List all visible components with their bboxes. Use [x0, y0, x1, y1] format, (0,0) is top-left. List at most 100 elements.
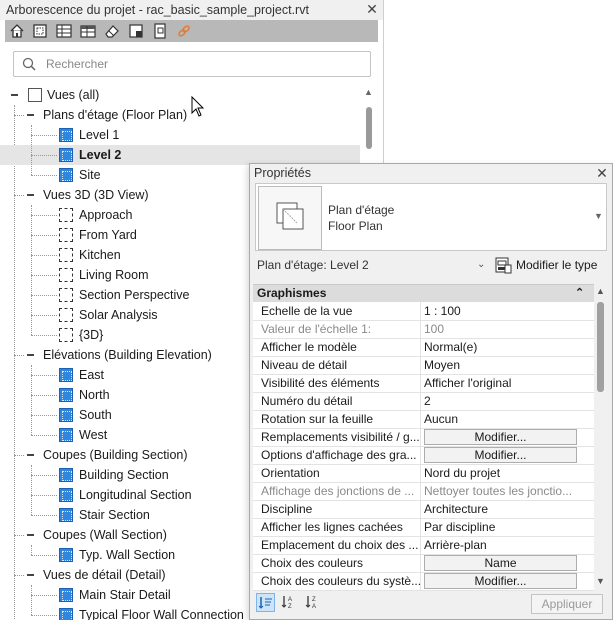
- property-value: 100: [424, 322, 445, 336]
- search-icon: [22, 57, 36, 71]
- close-icon[interactable]: ✕: [364, 1, 380, 17]
- collapse-icon[interactable]: [26, 525, 35, 545]
- column-divider[interactable]: [420, 536, 421, 554]
- tree-item-label: West: [79, 428, 108, 442]
- sheet-icon[interactable]: [127, 22, 145, 40]
- column-divider[interactable]: [420, 464, 421, 482]
- table-icon[interactable]: [79, 22, 97, 40]
- tree-item[interactable]: Level 2: [0, 145, 360, 165]
- column-divider[interactable]: [420, 572, 421, 590]
- property-name: Echelle de la vue: [261, 304, 353, 318]
- property-value[interactable]: 2: [424, 392, 589, 410]
- property-edit-button[interactable]: Modifier...: [424, 429, 577, 445]
- chevron-down-icon[interactable]: ▼: [594, 211, 603, 221]
- tree-group-label: Coupes (Building Section): [43, 448, 188, 462]
- section-view-icon: [59, 548, 73, 562]
- link-icon[interactable]: [175, 22, 193, 40]
- eraser-icon[interactable]: [103, 22, 121, 40]
- section-view-icon: [59, 488, 73, 502]
- property-row: Rotation sur la feuille Aucun: [253, 410, 594, 429]
- column-divider[interactable]: [420, 482, 421, 500]
- property-edit-button[interactable]: Modifier...: [424, 573, 577, 589]
- property-value[interactable]: Architecture: [424, 500, 589, 518]
- tree-connector: [14, 115, 24, 116]
- property-value[interactable]: Nord du projet: [424, 464, 589, 482]
- collapse-icon[interactable]: [26, 345, 35, 365]
- property-name: Numéro du détail: [261, 394, 353, 408]
- home-icon[interactable]: [8, 22, 26, 40]
- tree-connector: [31, 495, 57, 496]
- tree-group-label: Coupes (Wall Section): [43, 528, 167, 542]
- sort-descending-icon[interactable]: ZA: [304, 593, 323, 612]
- tree-group-label: Vues 3D (3D View): [43, 188, 149, 202]
- tree-root[interactable]: Vues (all): [0, 85, 360, 105]
- property-value: Nettoyer toutes les jonctio...: [424, 484, 573, 498]
- property-name: Orientation: [261, 466, 320, 480]
- scroll-up-icon[interactable]: ▲: [596, 286, 605, 296]
- 3d-view-icon: [59, 208, 73, 222]
- property-name: Niveau de détail: [261, 358, 348, 372]
- column-divider[interactable]: [420, 410, 421, 428]
- tree-item-label: Section Perspective: [79, 288, 190, 302]
- search-box[interactable]: [13, 51, 371, 77]
- collapse-icon[interactable]: [26, 185, 35, 205]
- column-divider[interactable]: [420, 356, 421, 374]
- collapse-icon[interactable]: [26, 105, 35, 125]
- collapse-icon[interactable]: [10, 85, 19, 105]
- properties-scrollbar[interactable]: ▲ ▼: [594, 284, 608, 590]
- collapse-icon[interactable]: [26, 445, 35, 465]
- zoom-extents-icon[interactable]: [31, 22, 49, 40]
- tree-item-label: North: [79, 388, 110, 402]
- scrollbar-thumb[interactable]: [366, 107, 372, 149]
- apply-button[interactable]: Appliquer: [531, 594, 603, 614]
- schedule-icon[interactable]: [55, 22, 73, 40]
- copy-view-icon[interactable]: [151, 22, 169, 40]
- group-header-graphismes[interactable]: Graphismes ⌃: [253, 285, 594, 302]
- properties-title: Propriétés: [254, 166, 311, 180]
- properties-panel: Propriétés ✕ Plan d'étage Floor Plan ▼ P…: [249, 163, 613, 620]
- project-browser-title: Arborescence du projet - rac_basic_sampl…: [6, 3, 309, 17]
- property-name: Remplacements visibilité / g...: [261, 430, 420, 444]
- mouse-cursor-icon: [191, 96, 205, 117]
- column-divider[interactable]: [420, 392, 421, 410]
- property-value[interactable]: Moyen: [424, 356, 589, 374]
- property-value[interactable]: Par discipline: [424, 518, 589, 536]
- column-divider[interactable]: [420, 428, 421, 446]
- column-divider[interactable]: [420, 446, 421, 464]
- property-edit-button[interactable]: Modifier...: [424, 447, 577, 463]
- search-input[interactable]: [44, 55, 358, 73]
- scroll-down-icon[interactable]: ▼: [596, 576, 605, 586]
- property-value[interactable]: 1 : 100: [424, 302, 589, 320]
- property-value[interactable]: Aucun: [424, 410, 589, 428]
- type-family: Plan d'étage: [328, 203, 395, 217]
- type-selector[interactable]: Plan d'étage Floor Plan ▼: [255, 183, 607, 251]
- svg-text:A: A: [312, 604, 316, 610]
- property-row: Remplacements visibilité / g... Modifier.…: [253, 428, 594, 447]
- scroll-up-icon[interactable]: ▲: [364, 87, 373, 97]
- scrollbar-thumb[interactable]: [597, 302, 604, 392]
- collapse-icon[interactable]: [26, 565, 35, 585]
- column-divider[interactable]: [420, 518, 421, 536]
- property-row: Visibilité des éléments Afficher l'origin…: [253, 374, 594, 393]
- property-value[interactable]: Normal(e): [424, 338, 589, 356]
- column-divider[interactable]: [420, 500, 421, 518]
- property-value[interactable]: Afficher l'original: [424, 374, 589, 392]
- collapse-icon[interactable]: ⌃: [575, 285, 584, 302]
- property-value[interactable]: Arrière-plan: [424, 536, 589, 554]
- tree-group-label: Vues de détail (Detail): [43, 568, 166, 582]
- elevation-view-icon: [59, 388, 73, 402]
- tree-connector: [31, 375, 57, 376]
- tree-group-0[interactable]: Plans d'étage (Floor Plan): [0, 105, 360, 125]
- tree-item-label: Longitudinal Section: [79, 488, 192, 502]
- close-icon[interactable]: ✕: [594, 165, 610, 182]
- column-divider[interactable]: [420, 554, 421, 572]
- property-edit-button[interactable]: Name: [424, 555, 577, 571]
- sort-ascending-icon[interactable]: AZ: [280, 593, 299, 612]
- tree-item[interactable]: Level 1: [0, 125, 360, 145]
- column-divider[interactable]: [420, 302, 421, 320]
- column-divider[interactable]: [420, 338, 421, 356]
- column-divider[interactable]: [420, 320, 421, 338]
- sort-categorized-icon[interactable]: [256, 593, 275, 612]
- instance-selector[interactable]: Plan d'étage: Level 2 ⌄: [257, 256, 487, 274]
- column-divider[interactable]: [420, 374, 421, 392]
